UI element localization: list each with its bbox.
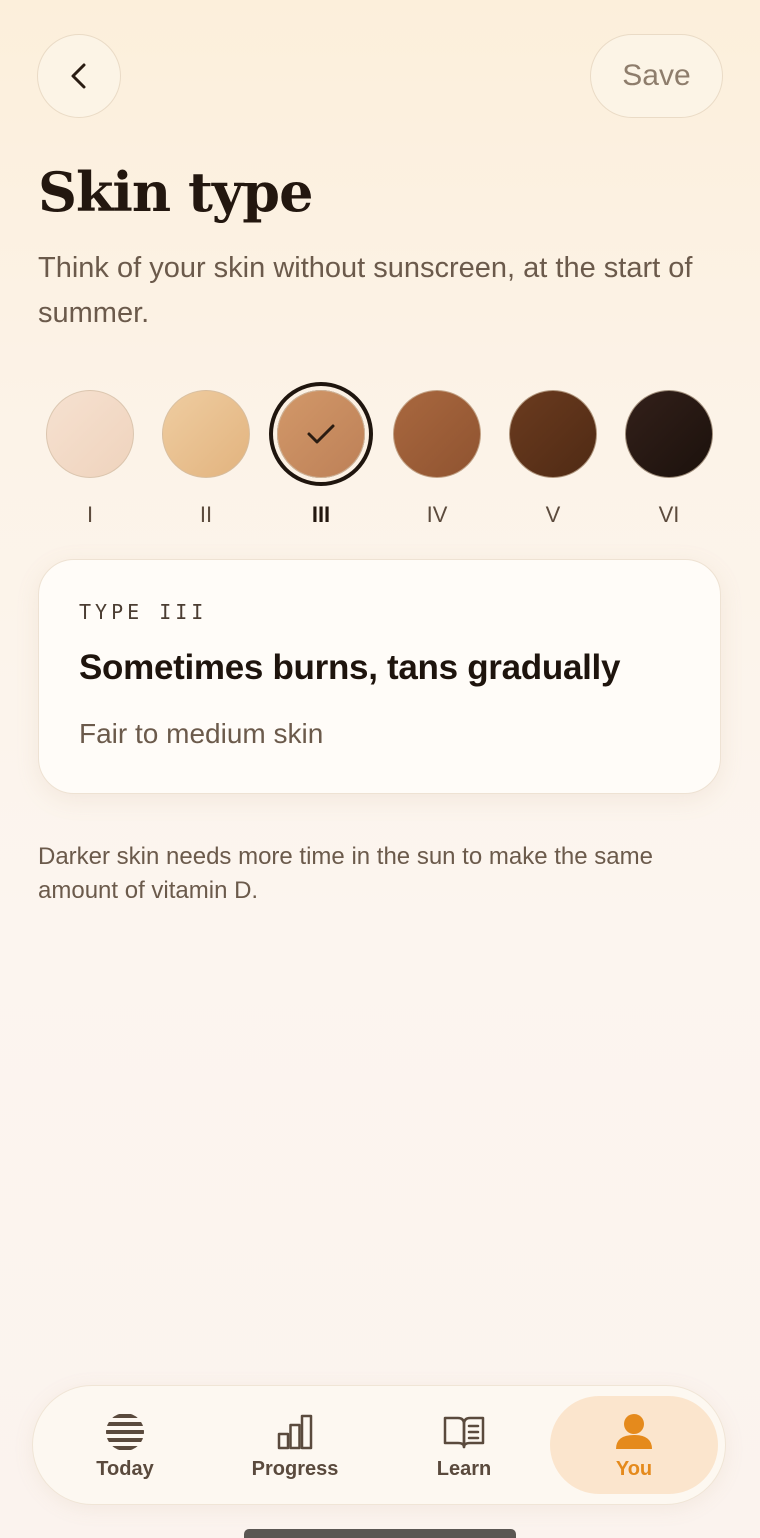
checkmark-icon (306, 422, 336, 446)
skin-type-swatch-iii[interactable] (277, 390, 365, 478)
tab-you-label: You (615, 1458, 653, 1480)
book-icon (442, 1412, 486, 1452)
tab-learn[interactable]: Learn (380, 1396, 548, 1494)
vitamin-d-note: Darker skin needs more time in the sun t… (38, 843, 653, 904)
skin-type-swatch-ii[interactable] (162, 390, 250, 478)
skin-type-info-card: TYPE III Sometimes burns, tans gradually… (38, 559, 721, 794)
skin-type-swatch-vi[interactable] (625, 390, 713, 478)
tab-today-label: Today (96, 1458, 154, 1480)
back-button[interactable] (37, 34, 121, 118)
tab-progress[interactable]: Progress (211, 1396, 379, 1494)
page-title: Skin type (38, 160, 313, 224)
card-title: Sometimes burns, tans gradually (79, 648, 621, 687)
top-bar: Save (37, 34, 723, 118)
tab-you[interactable]: You (550, 1396, 718, 1494)
tab-learn-label: Learn (436, 1458, 492, 1480)
skin-type-label-vi[interactable]: VI (639, 502, 699, 528)
home-indicator (244, 1529, 516, 1538)
tab-progress-label: Progress (251, 1458, 339, 1480)
skin-type-swatch-iv[interactable] (393, 390, 481, 478)
card-eyebrow: TYPE III (79, 600, 208, 624)
skin-type-label-v[interactable]: V (523, 502, 583, 528)
skin-type-label-iii[interactable]: III (291, 502, 351, 528)
tab-today[interactable]: Today (41, 1396, 209, 1494)
person-icon (612, 1412, 656, 1452)
bottom-tab-bar: Today Progress Learn You (32, 1385, 726, 1505)
skin-type-swatch-v[interactable] (509, 390, 597, 478)
skin-type-selector: I II III IV V VI (0, 390, 760, 530)
save-button[interactable]: Save (590, 34, 723, 118)
bar-chart-icon (273, 1412, 317, 1452)
skin-type-swatch-i[interactable] (46, 390, 134, 478)
chevron-left-icon (68, 61, 90, 91)
sun-stripes-icon (103, 1412, 147, 1452)
skin-type-label-ii[interactable]: II (176, 502, 236, 528)
card-description: Fair to medium skin (79, 718, 324, 749)
skin-type-label-iv[interactable]: IV (407, 502, 467, 528)
page-subtitle: Think of your skin without sunscreen, at… (38, 252, 693, 329)
skin-type-label-i[interactable]: I (60, 502, 120, 528)
